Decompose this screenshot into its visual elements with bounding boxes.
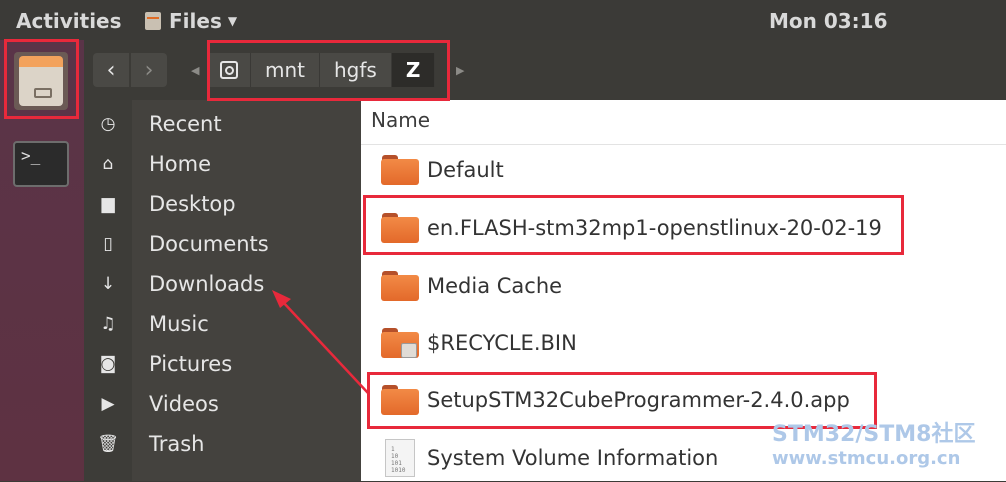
binary-file-icon: 1 10 101 1010 — [385, 439, 415, 477]
file-glyph-line: 10 — [391, 453, 399, 460]
sidebar-item-videos[interactable]: ▶ Videos — [84, 384, 361, 424]
sidebar-item-label: Documents — [149, 232, 269, 256]
file-name: Default — [427, 158, 504, 182]
camera-icon: ◙ — [99, 354, 117, 374]
drive-icon — [220, 61, 238, 79]
path-scroll-left-icon[interactable]: ◀ — [191, 64, 199, 77]
file-glyph-line: 1 — [391, 446, 395, 453]
places-sidebar: ◷ Recent ⌂ Home ▆ Desktop ▯ Documents ↓ … — [84, 100, 361, 481]
activities-button[interactable]: Activities — [16, 9, 122, 33]
terminal-launcher[interactable]: >_ — [13, 141, 69, 187]
watermark-line1: STM32/STM8社区 — [772, 422, 976, 447]
sidebar-item-label: Pictures — [149, 352, 233, 376]
path-scroll-right-icon[interactable]: ▶ — [456, 64, 464, 77]
sidebar-item-home[interactable]: ⌂ Home — [84, 144, 361, 184]
column-header-label: Name — [371, 108, 431, 132]
folder-icon — [381, 271, 419, 301]
chevron-left-icon: ‹ — [106, 57, 116, 83]
download-icon: ↓ — [100, 274, 116, 294]
terminal-icon: >_ — [21, 146, 41, 165]
path-crumb-hgfs[interactable]: hgfs — [320, 53, 392, 87]
video-icon: ▶ — [101, 394, 115, 414]
watermark-line2: www.stmcu.org.cn — [772, 448, 961, 469]
sidebar-item-music[interactable]: ♫ Music — [84, 304, 361, 344]
sidebar-item-label: Recent — [149, 112, 222, 136]
path-root-button[interactable] — [208, 53, 251, 87]
clock[interactable]: Mon 03:16 — [769, 9, 888, 33]
files-launcher[interactable] — [14, 52, 68, 110]
file-glyph-line: 1010 — [391, 467, 406, 474]
watermark: STM32/STM8社区 www.stmcu.org.cn — [772, 422, 975, 470]
sidebar-item-downloads[interactable]: ↓ Downloads — [84, 264, 361, 304]
file-name: SetupSTM32CubeProgrammer-2.4.0.app — [427, 388, 850, 412]
column-header-name[interactable]: Name — [361, 100, 1006, 145]
locked-folder-icon — [381, 328, 419, 358]
app-menu-label: Files — [169, 9, 222, 33]
file-name: Media Cache — [427, 274, 563, 298]
desktop-folder-icon: ▆ — [101, 194, 115, 214]
path-crumb-mnt[interactable]: mnt — [251, 53, 320, 87]
files-app-icon — [145, 12, 161, 30]
list-item[interactable]: $RECYCLE.BIN — [361, 319, 1006, 367]
sidebar-item-desktop[interactable]: ▆ Desktop — [84, 184, 361, 224]
sidebar-item-label: Trash — [149, 432, 205, 456]
list-item[interactable]: Default — [361, 146, 1006, 194]
chevron-right-icon: › — [144, 57, 154, 83]
forward-button[interactable]: › — [131, 53, 167, 87]
list-item[interactable]: Media Cache — [361, 262, 1006, 310]
sidebar-item-label: Music — [149, 312, 209, 336]
document-icon: ▯ — [103, 234, 113, 254]
home-icon: ⌂ — [102, 154, 114, 174]
chevron-down-icon: ▼ — [227, 14, 238, 28]
sidebar-item-label: Desktop — [149, 192, 236, 216]
sidebar-item-recent[interactable]: ◷ Recent — [84, 104, 361, 144]
sidebar-item-documents[interactable]: ▯ Documents — [84, 224, 361, 264]
music-icon: ♫ — [100, 314, 116, 334]
sidebar-item-pictures[interactable]: ◙ Pictures — [84, 344, 361, 384]
list-item[interactable]: en.FLASH-stm32mp1-openstlinux-20-02-19 — [361, 204, 1006, 252]
file-glyph-line: 101 — [391, 460, 402, 467]
path-crumb-z[interactable]: Z — [391, 53, 436, 87]
header-bar: ‹ › ◀ mnt hgfs Z ▶ — [84, 40, 1006, 100]
path-bar: mnt hgfs Z — [208, 53, 436, 87]
file-name: en.FLASH-stm32mp1-openstlinux-20-02-19 — [427, 216, 882, 240]
folder-icon — [381, 213, 419, 243]
files-icon — [19, 56, 63, 106]
trash-icon: 🗑 — [97, 434, 119, 454]
launcher-dock: >_ — [0, 40, 84, 481]
file-name: $RECYCLE.BIN — [427, 331, 577, 355]
list-item[interactable]: SetupSTM32CubeProgrammer-2.4.0.app — [361, 376, 1006, 424]
sidebar-item-label: Home — [149, 152, 212, 176]
back-button[interactable]: ‹ — [93, 53, 129, 87]
top-bar: Activities Files ▼ Mon 03:16 — [0, 0, 1006, 40]
clock-icon: ◷ — [100, 114, 116, 134]
folder-icon — [381, 385, 419, 415]
sidebar-item-trash[interactable]: 🗑 Trash — [84, 424, 361, 464]
folder-icon — [381, 155, 419, 185]
sidebar-item-label: Downloads — [149, 272, 265, 296]
sidebar-item-label: Videos — [149, 392, 219, 416]
file-name: System Volume Information — [427, 446, 719, 470]
app-menu[interactable]: Files ▼ — [145, 9, 237, 33]
